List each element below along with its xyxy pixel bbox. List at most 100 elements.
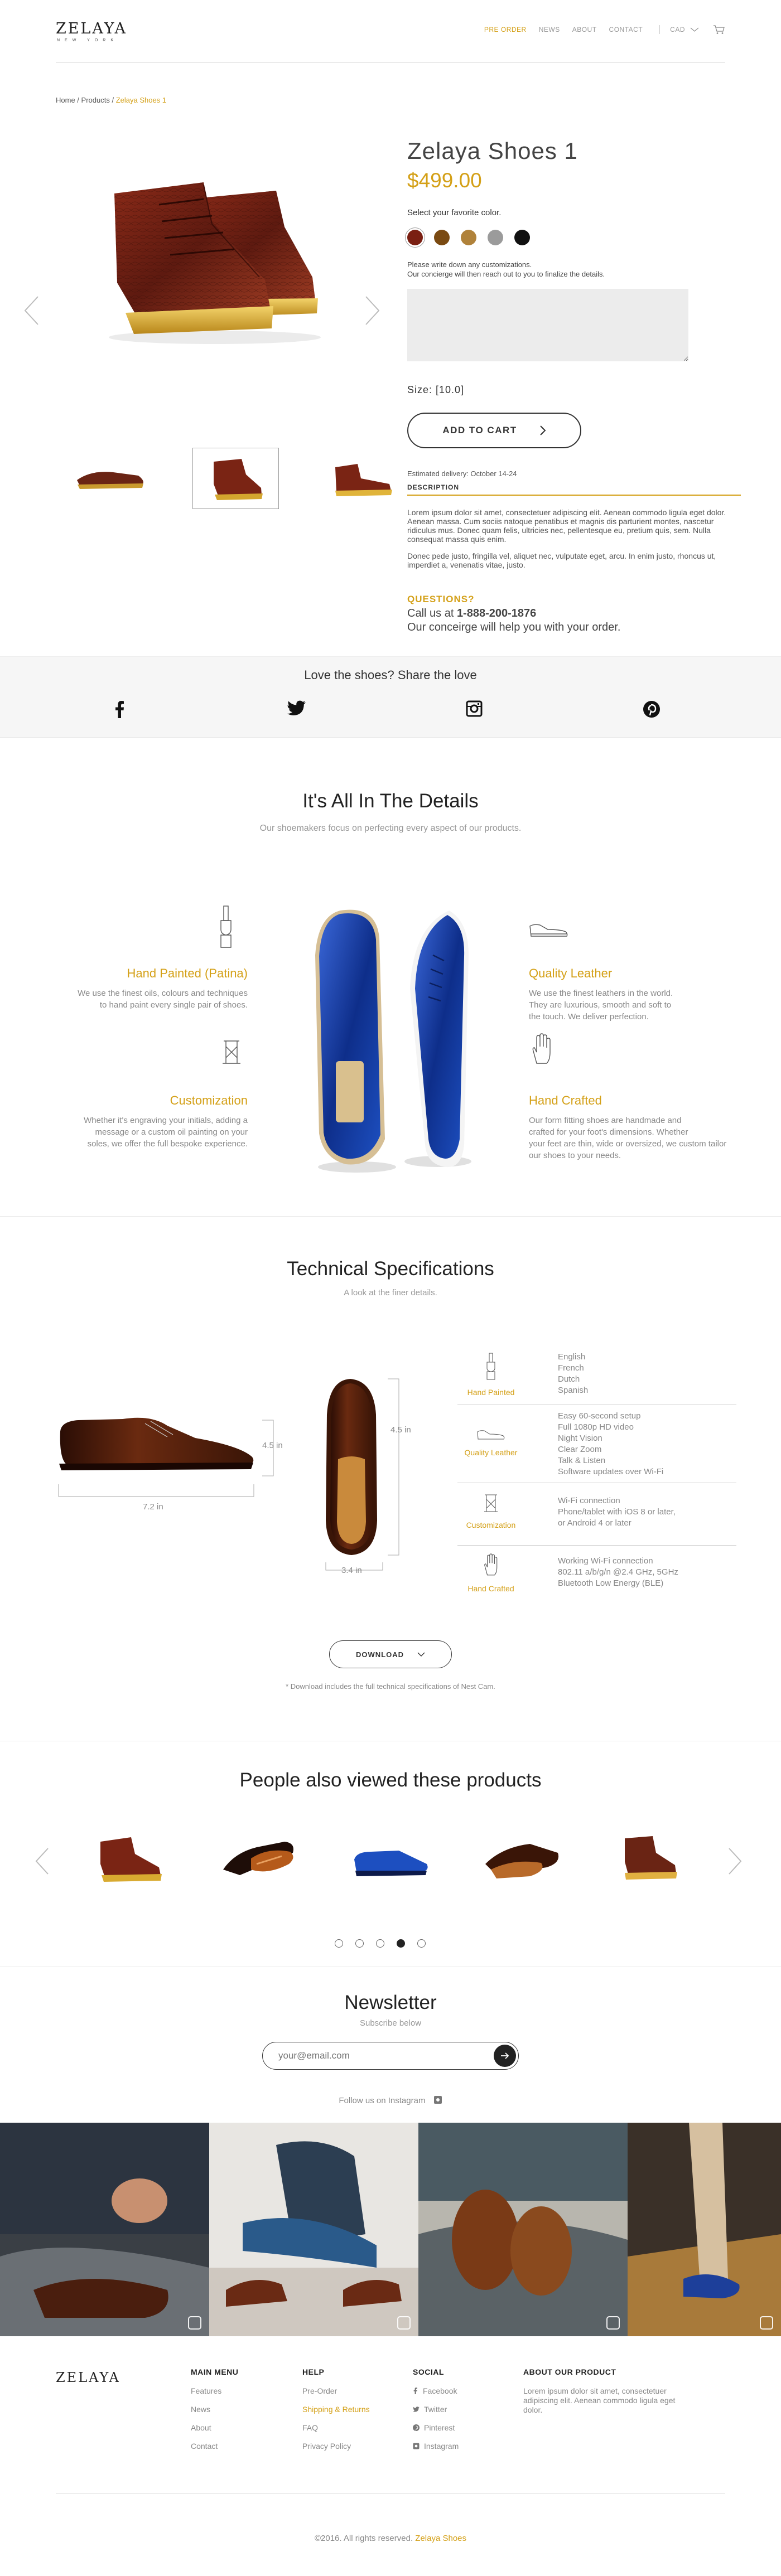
footer-link-facebook[interactable]: Facebook [413,2386,459,2395]
feature-text: We use the finest oils, colours and tech… [47,987,248,1011]
color-swatch[interactable] [514,230,530,245]
spec-icon-cell: Hand Crafted [457,1553,524,1593]
customization-icon [484,1494,498,1512]
feature-customization: Customization Whether it's engraving you… [47,1086,248,1150]
instagram-image [628,2123,781,2336]
share-section: Love the shoes? Share the love [0,656,781,737]
side-height-dimension: 4.5 in [262,1441,283,1450]
spec-label: Quality Leather [464,1448,518,1457]
color-swatch[interactable] [488,230,503,245]
also-viewed-title: People also viewed these products [239,1769,542,1791]
download-label: DOWNLOAD [356,1650,404,1659]
feature-title: Quality Leather [529,966,613,980]
customization-note-line: Our concierge will then reach out to you… [407,270,605,278]
footer-link-pre-order[interactable]: Pre-Order [302,2386,370,2395]
tech-top-view-image [326,1379,377,1555]
footer-link-news[interactable]: News [191,2405,238,2414]
subscribe-button[interactable] [494,2045,516,2067]
description-paragraph: Donec pede justo, fringilla vel, aliquet… [407,551,716,569]
copyright: ©2016. All rights reserved. Zelaya Shoes [0,2534,781,2543]
tech-subtitle: A look at the finer details. [344,1288,437,1297]
breadcrumb-products[interactable]: Products [81,96,110,104]
instagram-icon [188,2316,201,2330]
prev-product-arrow[interactable] [35,1847,49,1875]
next-product-arrow[interactable] [728,1847,743,1875]
instagram-photo-1[interactable] [0,2123,209,2336]
thumbnail-profile[interactable] [318,448,404,509]
color-swatch[interactable] [434,230,450,245]
related-product-5[interactable] [608,1831,692,1886]
carousel-dot[interactable] [417,1939,426,1948]
instagram-photo-2[interactable] [209,2123,418,2336]
instagram-photo-3[interactable] [418,2123,628,2336]
thumbnail-side[interactable] [67,448,153,509]
footer-link-pinterest[interactable]: Pinterest [413,2423,459,2432]
color-swatch[interactable] [461,230,476,245]
spec-item: English [558,1352,586,1362]
share-title: Love the shoes? Share the love [304,668,477,682]
related-product-3[interactable] [349,1831,432,1886]
hand-icon [484,1553,498,1576]
nav-about[interactable]: ABOUT [572,26,597,33]
nav-pre-order[interactable]: PRE ORDER [484,26,527,33]
related-product-4[interactable] [480,1831,563,1886]
cart-icon[interactable] [713,25,725,35]
download-button[interactable]: DOWNLOAD [329,1640,452,1668]
related-product-2[interactable] [218,1831,301,1886]
spec-icon-cell: Customization [457,1493,524,1529]
footer-link-features[interactable]: Features [191,2386,238,2395]
footer-link-about[interactable]: About [191,2423,238,2432]
spec-item: Phone/tablet with iOS 8 or later, [558,1507,676,1517]
feature-hand-painted: Hand Painted (Patina) We use the finest … [47,958,248,1011]
add-to-cart-button[interactable]: ADD TO CART [407,413,581,448]
tech-specs-section: Technical Specifications A look at the f… [0,1217,781,1741]
breadcrumb-home[interactable]: Home [56,96,75,104]
nav-contact[interactable]: CONTACT [609,26,643,33]
customization-note: Please write down any customizations. Ou… [407,260,742,279]
next-image-arrow[interactable] [365,296,380,326]
chevron-right-icon [539,425,546,435]
spec-item: Talk & Listen [558,1456,606,1465]
related-product-1[interactable] [89,1831,173,1886]
customization-textarea[interactable] [407,289,688,361]
spec-list: Easy 60-second setup Full 1080p HD video N… [558,1411,663,1478]
instagram-photo-4[interactable] [628,2123,781,2336]
follow-instagram[interactable]: Follow us on Instagram [0,2095,781,2105]
footer-about-text: Lorem ipsum dolor sit amet, consectetuer… [523,2386,676,2414]
call-prefix: Call us at [407,607,457,619]
footer-logo[interactable]: ZELAYA [56,2370,120,2385]
twitter-icon[interactable] [287,700,306,719]
twitter-icon [413,2406,420,2412]
footer-link-faq[interactable]: FAQ [302,2423,370,2432]
footer-link-instagram[interactable]: Instagram [413,2442,459,2451]
carousel-dot[interactable] [355,1939,364,1948]
newsletter-form [262,2042,519,2070]
footer-link-twitter[interactable]: Twitter [413,2405,459,2414]
thumbnail-angle[interactable] [192,448,279,509]
instagram-icon[interactable] [466,700,483,720]
footer-link-contact[interactable]: Contact [191,2442,238,2451]
carousel-dot[interactable] [397,1939,405,1948]
facebook-icon[interactable] [114,700,124,721]
footer-link-shipping[interactable]: Shipping & Returns [302,2405,370,2414]
feature-quality-leather: Quality Leather We use the finest leathe… [529,958,730,1023]
feature-text-line: We use the finest oils, colours and tech… [78,989,248,998]
feature-text: Whether it's engraving your initials, ad… [47,1115,248,1150]
pinterest-icon [413,2424,420,2431]
phone-number[interactable]: 1-888-200-1876 [457,607,536,619]
product-info: Zelaya Shoes 1 $499.00 Select your favor… [407,138,742,634]
nav-news[interactable]: NEWS [539,26,560,33]
carousel-dot[interactable] [335,1939,343,1948]
follow-label: Follow us on Instagram [339,2096,426,2105]
prev-image-arrow[interactable] [23,296,39,326]
height-dimension-line [388,1378,399,1556]
currency-selector[interactable]: CAD [670,26,700,33]
logo[interactable]: ZELAYA NEW YORK [56,20,127,42]
color-swatch[interactable] [407,230,423,245]
email-input[interactable] [278,2050,479,2061]
facebook-icon [413,2388,417,2394]
pinterest-icon[interactable] [643,700,661,721]
footer-link-privacy[interactable]: Privacy Policy [302,2442,370,2451]
copyright-brand[interactable]: Zelaya Shoes [415,2534,466,2543]
carousel-dot[interactable] [376,1939,384,1948]
